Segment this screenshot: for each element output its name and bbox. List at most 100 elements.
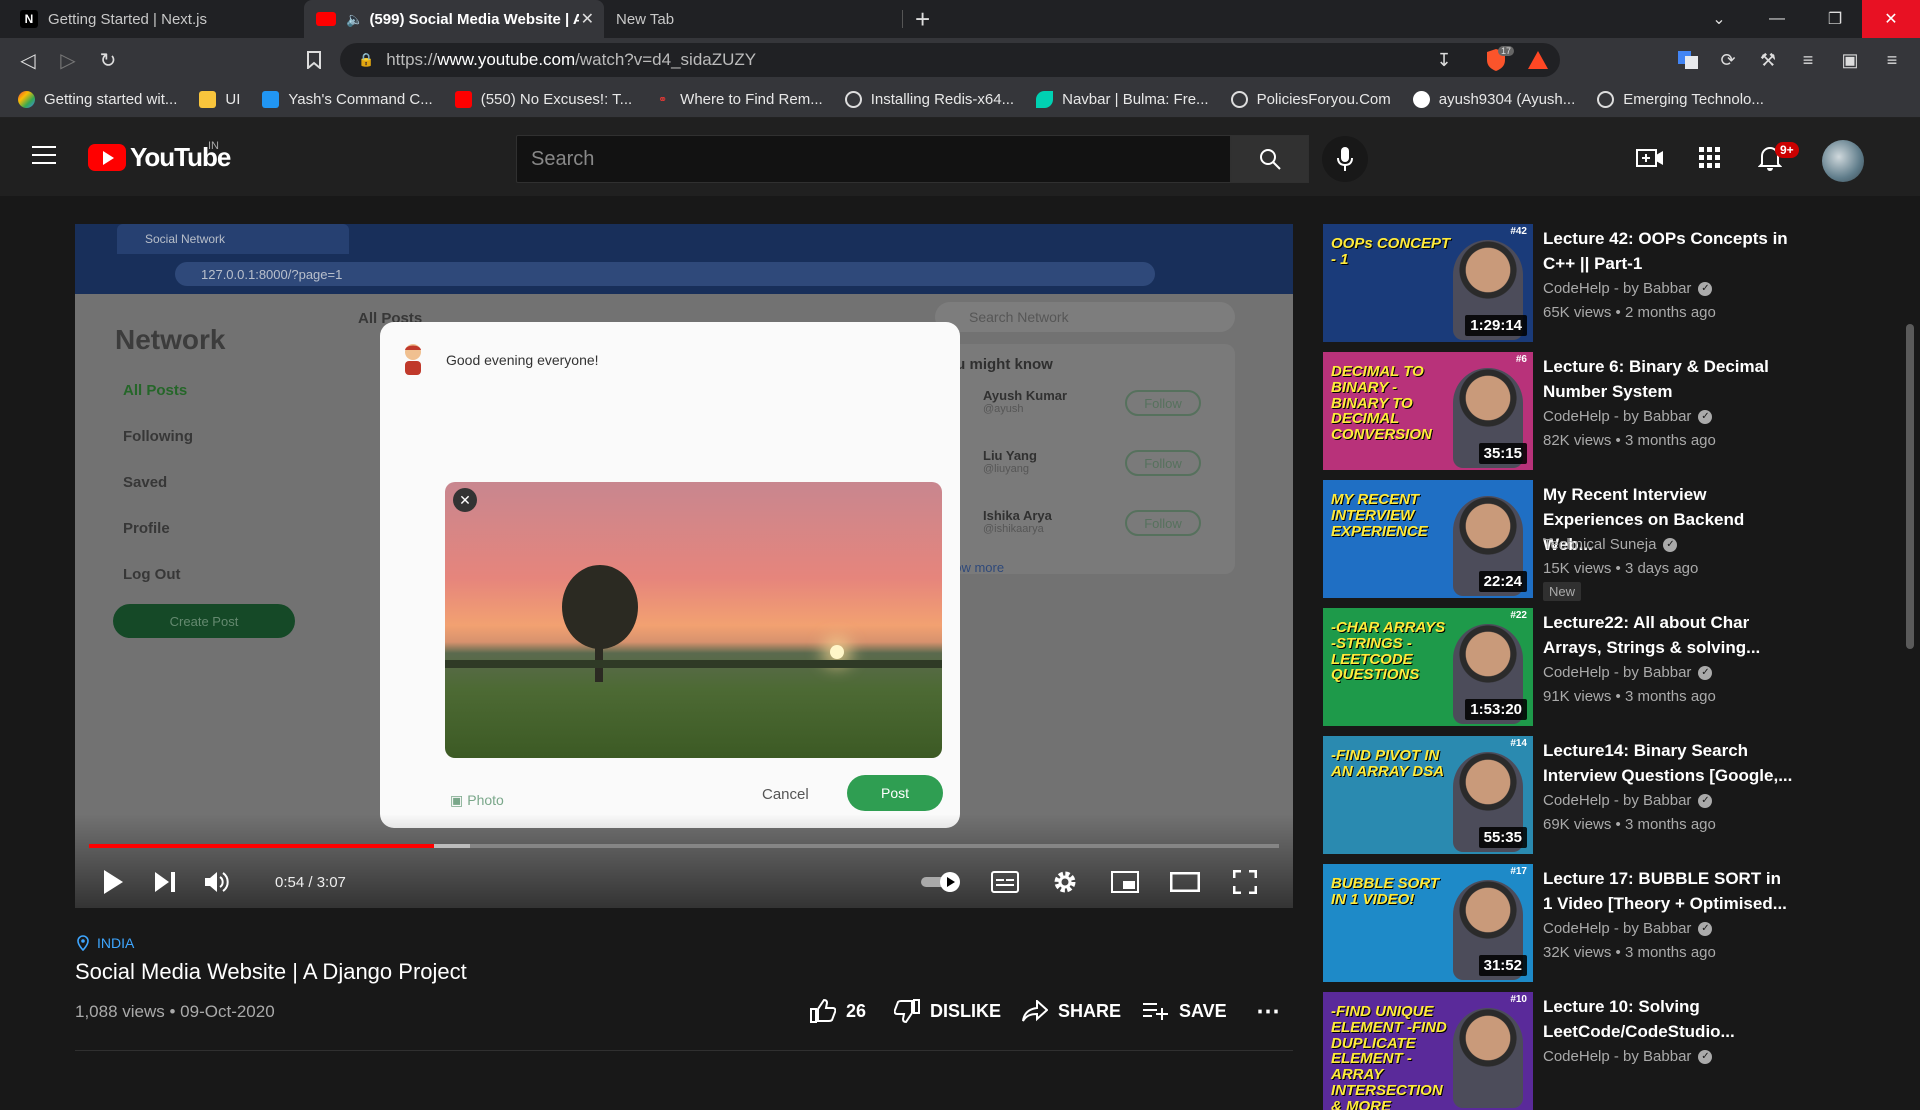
close-tab-icon[interactable]: ✕ <box>581 9 594 29</box>
search-button[interactable] <box>1231 135 1309 183</box>
account-avatar[interactable] <box>1822 140 1864 182</box>
volume-button[interactable] <box>197 864 237 900</box>
new-tab-icon[interactable]: + <box>915 4 930 35</box>
progress-bar[interactable] <box>89 844 1279 848</box>
history-icon[interactable]: ⟳ <box>1714 46 1742 74</box>
address-bar[interactable]: 🔒 https://www.youtube.com/watch?v=d4_sid… <box>340 43 1560 77</box>
forward-icon[interactable]: ▷ <box>54 46 82 74</box>
wallet-icon[interactable]: ▣ <box>1836 46 1864 74</box>
video-player[interactable]: Social Network 127.0.0.1:8000/?page=1 Ne… <box>75 224 1293 908</box>
tab-youtube[interactable]: 🔈 (599) Social Media Website | A ✕ <box>304 0 604 38</box>
video-thumbnail[interactable]: -CHAR ARRAYS -STRINGS -LEETCODE QUESTION… <box>1323 608 1533 726</box>
tab-search-chevron-icon[interactable]: ⌄ <box>1690 0 1748 38</box>
channel-name[interactable]: Technical Suneja ✓ <box>1543 536 1678 553</box>
video-location[interactable]: INDIA <box>77 935 134 951</box>
bookmark-item[interactable]: ⚭ Where to Find Rem... <box>654 91 823 108</box>
audio-playing-icon[interactable]: 🔈 <box>346 11 363 28</box>
translate-icon[interactable] <box>1674 46 1702 74</box>
search-input[interactable] <box>531 147 1230 171</box>
bookmark-item[interactable]: Installing Redis-x64... <box>844 91 1014 108</box>
scooter-icon: ⚭ <box>658 94 668 106</box>
bookmark-item[interactable]: (550) No Excuses!: T... <box>454 91 632 108</box>
like-button[interactable]: 26 <box>810 996 866 1026</box>
recommendation-title[interactable]: Lecture 10: Solving LeetCode/CodeStudio.… <box>1543 994 1793 1044</box>
back-icon[interactable]: ◁ <box>14 46 42 74</box>
voice-search-button[interactable] <box>1322 136 1368 182</box>
bookmark-folder[interactable]: UI <box>199 91 240 108</box>
install-app-icon[interactable]: ↧ <box>1430 46 1458 74</box>
save-label: SAVE <box>1179 1000 1227 1021</box>
minimize-icon[interactable]: — <box>1748 0 1806 38</box>
recommendation-title[interactable]: Lecture14: Binary Search Interview Quest… <box>1543 738 1793 788</box>
bookmark-item[interactable]: Yash's Command C... <box>262 91 433 108</box>
folder-icon <box>199 91 217 108</box>
recommendation-title[interactable]: Lecture22: All about Char Arrays, String… <box>1543 610 1793 660</box>
scrollbar[interactable] <box>1906 324 1914 649</box>
video-thumbnail[interactable]: MY RECENT INTERVIEW EXPERIENCE 22:24 <box>1323 480 1533 598</box>
recommendation-item[interactable]: OOPs CONCEPT - 1 #42 1:29:14 Lecture 42: OO… <box>1323 224 1903 342</box>
channel-name[interactable]: CodeHelp - by Babbar ✓ <box>1543 792 1713 809</box>
recommendation-item[interactable]: MY RECENT INTERVIEW EXPERIENCE 22:24 My Re… <box>1323 480 1903 601</box>
bookmark-item[interactable]: ayush9304 (Ayush... <box>1412 91 1575 108</box>
save-button[interactable]: SAVE <box>1143 996 1227 1026</box>
bookmark-item[interactable]: Getting started wit... <box>18 91 177 108</box>
reload-icon[interactable]: ↻ <box>94 46 122 74</box>
thumbnail-number: #10 <box>1510 994 1527 1005</box>
thumbnail-caption: -FIND UNIQUE ELEMENT -FIND DUPLICATE ELE… <box>1331 1003 1447 1110</box>
channel-name[interactable]: CodeHelp - by Babbar ✓ <box>1543 664 1713 681</box>
tab-new-tab[interactable]: New Tab <box>604 0 900 38</box>
tab-nextjs[interactable]: N Getting Started | Next.js <box>8 0 304 38</box>
bookmark-item[interactable]: Navbar | Bulma: Fre... <box>1036 91 1209 108</box>
guide-menu-icon[interactable] <box>32 146 56 164</box>
autoplay-toggle[interactable] <box>917 864 967 900</box>
playlist-icon[interactable]: ≡ <box>1794 46 1822 74</box>
brave-shield-icon[interactable]: 17 <box>1478 46 1515 74</box>
video-thumbnail[interactable]: BUBBLE SORT IN 1 VIDEO! #17 31:52 <box>1323 864 1533 982</box>
thumbnail-caption: OOPs CONCEPT - 1 <box>1331 235 1451 268</box>
video-thumbnail[interactable]: DECIMAL TO BINARY -BINARY TO DECIMAL CON… <box>1323 352 1533 470</box>
next-button[interactable] <box>145 864 185 900</box>
share-button[interactable]: SHARE <box>1022 996 1121 1026</box>
video-thumbnail[interactable]: -FIND UNIQUE ELEMENT -FIND DUPLICATE ELE… <box>1323 992 1533 1110</box>
channel-name[interactable]: CodeHelp - by Babbar ✓ <box>1543 280 1713 297</box>
play-button[interactable] <box>93 864 133 900</box>
recommendation-item[interactable]: DECIMAL TO BINARY -BINARY TO DECIMAL CON… <box>1323 352 1903 470</box>
miniplayer-button[interactable] <box>1105 864 1145 900</box>
menu-icon[interactable]: ≡ <box>1878 46 1906 74</box>
recommendation-item[interactable]: -FIND UNIQUE ELEMENT -FIND DUPLICATE ELE… <box>1323 992 1903 1110</box>
close-window-icon[interactable]: ✕ <box>1862 0 1920 38</box>
settings-button[interactable] <box>1045 864 1085 900</box>
add-to-playlist-icon <box>1143 1003 1168 1020</box>
notification-count-badge: 9+ <box>1775 142 1799 158</box>
recommendation-item[interactable]: BUBBLE SORT IN 1 VIDEO! #17 31:52 Lecture 1… <box>1323 864 1903 982</box>
channel-name[interactable]: CodeHelp - by Babbar ✓ <box>1543 408 1713 425</box>
dislike-button[interactable]: DISLIKE <box>894 996 1001 1026</box>
bookmark-item[interactable]: Emerging Technolo... <box>1597 91 1764 108</box>
subtitles-button[interactable] <box>985 864 1025 900</box>
tab-separator <box>902 10 903 28</box>
thumbnail-number: #6 <box>1515 354 1527 365</box>
thumbs-up-icon <box>810 999 836 1023</box>
recommendation-title[interactable]: Lecture 42: OOPs Concepts in C++ || Part… <box>1543 226 1793 276</box>
channel-name[interactable]: CodeHelp - by Babbar ✓ <box>1543 920 1713 937</box>
apps-grid-icon[interactable] <box>1694 142 1726 174</box>
extensions-icon[interactable]: ⚒ <box>1754 46 1782 74</box>
brave-rewards-icon[interactable] <box>1524 46 1552 74</box>
fullscreen-button[interactable] <box>1225 864 1265 900</box>
channel-name[interactable]: CodeHelp - by Babbar ✓ <box>1543 1048 1713 1065</box>
bookmark-item[interactable]: PoliciesForyou.Com <box>1230 91 1391 108</box>
create-video-icon[interactable] <box>1634 142 1666 174</box>
nextjs-favicon-icon: N <box>20 10 38 28</box>
video-thumbnail[interactable]: OOPs CONCEPT - 1 #42 1:29:14 <box>1323 224 1533 342</box>
recommendation-title[interactable]: Lecture 17: BUBBLE SORT in 1 Video [Theo… <box>1543 866 1793 916</box>
more-actions-icon[interactable]: ⋯ <box>1256 996 1280 1026</box>
recommendation-item[interactable]: -FIND PIVOT IN AN ARRAY DSA #14 55:35 Lectu… <box>1323 736 1903 854</box>
video-thumbnail[interactable]: -FIND PIVOT IN AN ARRAY DSA #14 55:35 <box>1323 736 1533 854</box>
theater-mode-button[interactable] <box>1165 864 1205 900</box>
tab-title: New Tab <box>616 10 675 28</box>
recommendation-item[interactable]: -CHAR ARRAYS -STRINGS -LEETCODE QUESTION… <box>1323 608 1903 726</box>
restore-icon[interactable]: ❐ <box>1806 0 1864 38</box>
recommendation-title[interactable]: Lecture 6: Binary & Decimal Number Syste… <box>1543 354 1793 404</box>
channel-label: CodeHelp - by Babbar <box>1543 792 1692 809</box>
bookmark-icon[interactable] <box>300 46 328 74</box>
